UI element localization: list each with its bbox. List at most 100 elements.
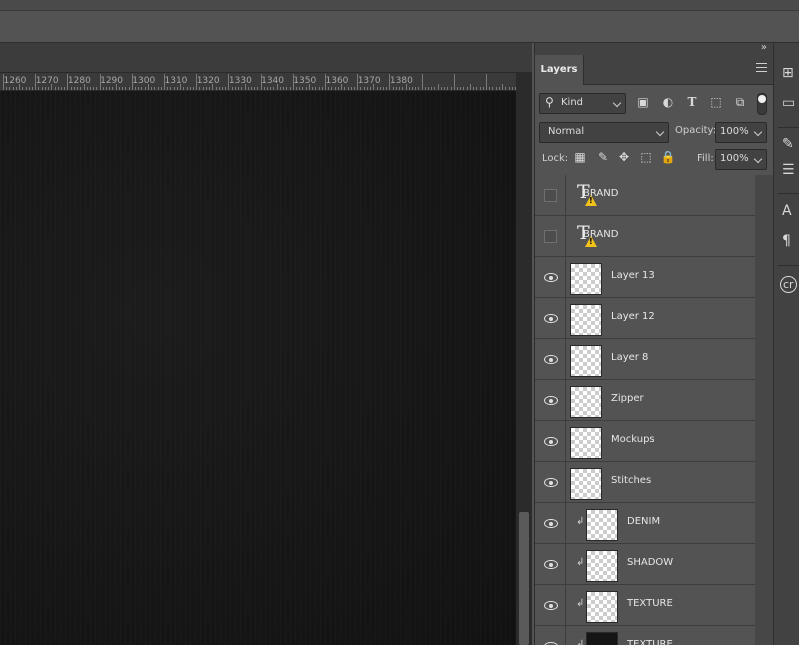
layer-row[interactable]: TBRAND — [535, 216, 755, 257]
layer-visibility-toggle[interactable] — [535, 421, 566, 461]
clipping-mask-icon: ↲ — [576, 639, 585, 645]
panel-menu-icon[interactable] — [756, 63, 767, 72]
type-filter-icon[interactable]: T — [684, 95, 700, 109]
hidden-visibility-box — [544, 230, 557, 243]
layer-thumbnail[interactable] — [570, 345, 602, 377]
ruler-tick — [250, 87, 252, 90]
image-filter-icon[interactable]: ▣ — [635, 95, 651, 109]
blend-mode-select[interactable]: Normal — [539, 122, 669, 143]
layer-visibility-toggle[interactable] — [535, 544, 566, 584]
ruler-tick — [218, 87, 220, 90]
layer-row[interactable]: Layer 8 — [535, 339, 755, 380]
layer-name: Stitches — [611, 475, 652, 486]
ruler-tick — [302, 87, 304, 90]
ruler-tick — [350, 87, 352, 90]
paragraph-icon[interactable]: ¶ — [782, 233, 791, 249]
ruler-tick — [128, 87, 130, 90]
layer-visibility-toggle[interactable] — [535, 626, 566, 645]
lock-image-pixels-icon[interactable]: ✎ — [595, 150, 611, 164]
layer-thumbnail[interactable] — [570, 386, 602, 418]
shape-filter-icon[interactable]: ⬚ — [708, 95, 724, 109]
ruler-tick — [215, 87, 217, 90]
layer-thumbnail[interactable] — [586, 509, 618, 541]
adjustments-icon[interactable]: ☰ — [782, 162, 795, 178]
ruler-tick — [205, 87, 207, 90]
layer-thumbnail[interactable] — [586, 632, 618, 645]
eye-icon — [544, 519, 558, 528]
filter-toggle[interactable] — [757, 93, 767, 115]
lock-all-icon[interactable]: 🔒 — [660, 150, 676, 164]
layer-visibility-toggle[interactable] — [535, 298, 566, 338]
layer-name: TEXTURE — [627, 639, 673, 645]
layer-name: Layer 12 — [611, 311, 655, 322]
ruler-tick — [382, 87, 384, 90]
opacity-input[interactable]: 100% — [715, 122, 767, 143]
lock-position-icon[interactable]: ✥ — [616, 150, 632, 164]
ruler-tick — [450, 87, 452, 90]
layer-visibility-toggle[interactable] — [535, 380, 566, 420]
lock-label: Lock: — [542, 153, 569, 164]
layer-thumbnail[interactable] — [570, 263, 602, 295]
character-icon[interactable]: A — [782, 203, 792, 219]
document-canvas[interactable] — [0, 91, 516, 645]
layer-row[interactable]: ↲ SHADOW — [535, 544, 755, 585]
layers-list-scrollbar[interactable] — [755, 175, 773, 645]
ruler-tick — [370, 87, 372, 90]
layer-visibility-toggle[interactable] — [535, 462, 566, 502]
ruler-tick — [434, 87, 436, 90]
tab-layers[interactable]: Layers — [535, 55, 584, 85]
ruler-tick — [447, 87, 449, 90]
ruler-tick — [402, 87, 404, 90]
layer-visibility-toggle[interactable] — [535, 257, 566, 297]
clipping-mask-icon: ↲ — [576, 557, 585, 568]
layer-row[interactable]: TBRAND — [535, 175, 755, 216]
layer-row[interactable]: ↲ TEXTURE — [535, 585, 755, 626]
layer-thumbnail[interactable] — [570, 468, 602, 500]
layer-row[interactable]: ↲ DENIM — [535, 503, 755, 544]
layer-thumbnail[interactable] — [570, 427, 602, 459]
eye-icon — [544, 273, 558, 282]
ruler-tick — [386, 87, 388, 90]
creative-cloud-icon[interactable]: cr — [780, 276, 797, 293]
ruler-tick — [444, 87, 446, 90]
ruler-label: 1270 — [35, 76, 59, 86]
prevent-auto-nesting-icon[interactable]: ⬚ — [638, 150, 654, 164]
canvas-scroll-thumb[interactable] — [519, 512, 529, 645]
layer-row[interactable]: Layer 12 — [535, 298, 755, 339]
ruler-tick — [89, 87, 91, 90]
dock-separator — [778, 127, 799, 128]
ruler-label: 1310 — [164, 76, 188, 86]
layer-thumbnail[interactable] — [586, 591, 618, 623]
layer-filter-kind-select[interactable]: ⚲ Kind — [539, 93, 626, 114]
smart-object-filter-icon[interactable]: ⧉ — [732, 95, 748, 110]
layer-row[interactable]: Zipper — [535, 380, 755, 421]
comment-icon[interactable]: ▭ — [782, 95, 795, 111]
layer-row[interactable]: ↲ TEXTURE — [535, 626, 755, 645]
ruler-tick — [254, 87, 256, 90]
layer-row[interactable]: Layer 13 — [535, 257, 755, 298]
ruler-tick — [273, 87, 275, 90]
ruler-tick — [312, 87, 314, 90]
layer-row[interactable]: Mockups — [535, 421, 755, 462]
layer-visibility-toggle[interactable] — [535, 175, 566, 215]
fill-input[interactable]: 100% — [715, 149, 767, 170]
layer-row[interactable]: Stitches — [535, 462, 755, 503]
layer-visibility-toggle[interactable] — [535, 339, 566, 379]
ruler-tick — [118, 87, 120, 90]
brush-settings-icon[interactable]: ✎ — [782, 136, 794, 152]
layer-visibility-toggle[interactable] — [535, 503, 566, 543]
ruler-tick — [466, 87, 468, 90]
layer-visibility-toggle[interactable] — [535, 216, 566, 256]
ruler-tick — [225, 87, 227, 90]
ruler-tick — [289, 87, 291, 90]
dock-separator — [778, 193, 799, 194]
eye-icon — [544, 396, 558, 405]
layer-visibility-toggle[interactable] — [535, 585, 566, 625]
lock-transparent-pixels-icon[interactable]: ▦ — [572, 150, 588, 164]
history-icon[interactable]: ⊞ — [782, 65, 794, 81]
adjustment-filter-icon[interactable]: ◐ — [660, 95, 676, 109]
layer-thumbnail[interactable] — [586, 550, 618, 582]
layer-thumbnail[interactable] — [570, 304, 602, 336]
ruler-tick — [202, 87, 204, 90]
collapse-panels-icon[interactable]: » — [761, 42, 767, 53]
